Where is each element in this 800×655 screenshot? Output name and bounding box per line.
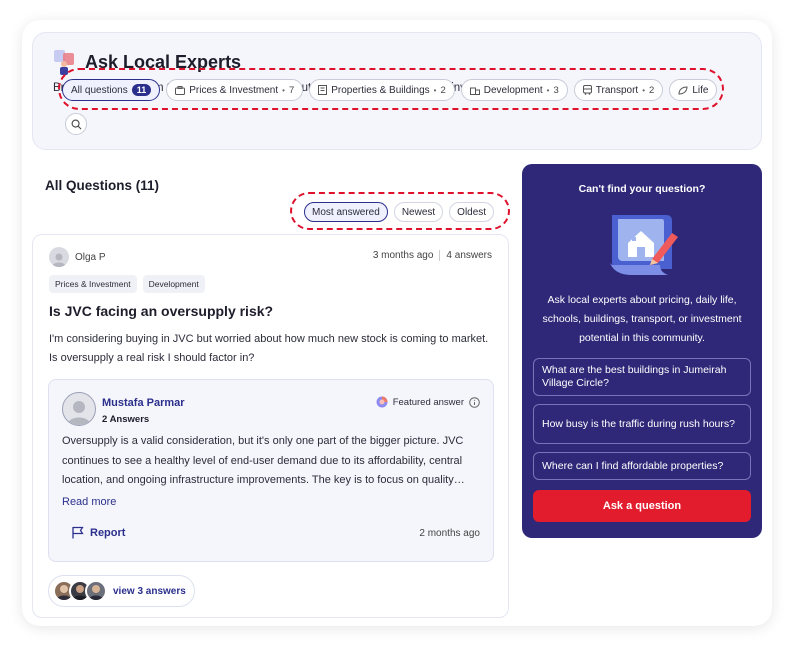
info-icon[interactable]: [469, 396, 480, 408]
view-answers-label: view 3 answers: [113, 585, 186, 597]
featured-badge: Featured answer: [376, 396, 480, 408]
chip-development[interactable]: Development • 3: [460, 79, 568, 101]
cta-description: Ask local experts about pricing, daily l…: [542, 294, 742, 344]
search-icon: [71, 119, 81, 129]
bus-icon: [582, 85, 592, 95]
user-icon: [88, 585, 104, 600]
leaf-icon: [678, 85, 688, 95]
chip-count: 2: [440, 84, 446, 96]
chip-count: 11: [131, 84, 152, 96]
search-button[interactable]: [65, 113, 87, 135]
answer-author-name[interactable]: Mustafa Parmar: [102, 397, 185, 409]
report-button[interactable]: Report: [72, 526, 125, 539]
chip-label: Prices & Investment: [189, 84, 279, 96]
chip-properties-buildings[interactable]: Properties & Buildings • 2: [309, 79, 455, 101]
chip-count: 7: [288, 84, 295, 96]
sort-options: Most answered Newest Oldest: [290, 192, 510, 230]
ask-question-illustration: [610, 215, 678, 275]
featured-answer: Mustafa Parmar 2 Answers Featured answer…: [48, 379, 494, 562]
user-icon: [52, 253, 66, 267]
question-body: I'm considering buying in JVC but worrie…: [49, 333, 489, 364]
answer-body: Oversupply is a valid consideration, but…: [62, 435, 465, 486]
suggested-question[interactable]: How busy is the traffic during rush hour…: [533, 404, 751, 444]
avatar: [62, 392, 96, 426]
question-meta: 3 months ago 4 answers: [373, 250, 492, 261]
chip-separator: •: [642, 85, 646, 95]
chip-life[interactable]: Life: [669, 79, 718, 101]
avatar: [49, 247, 69, 267]
avatar: [85, 580, 107, 602]
chip-transport[interactable]: Transport • 2: [573, 79, 664, 101]
question-time: 3 months ago: [372, 250, 434, 261]
report-label: Report: [90, 526, 126, 539]
suggested-question[interactable]: What are the best buildings in Jumeirah …: [533, 358, 751, 396]
chip-label: Life: [692, 84, 709, 96]
ask-question-panel: Can't find your question? Ask local expe…: [522, 164, 762, 538]
chip-separator: •: [546, 85, 550, 95]
briefcase-icon: [175, 85, 186, 95]
chip-label: Properties & Buildings: [331, 84, 430, 96]
meta-divider: [439, 250, 441, 261]
tag[interactable]: Development: [142, 275, 205, 293]
featured-label: Featured answer: [392, 396, 464, 408]
category-filter-bar: All questions 11 Prices & Investment • 7…: [58, 68, 724, 110]
category-chips: All questions 11 Prices & Investment • 7…: [62, 79, 718, 101]
flag-icon: [72, 526, 84, 539]
chip-separator: •: [282, 85, 285, 95]
question-card[interactable]: Olga P 3 months ago 4 answers Prices & I…: [32, 234, 509, 618]
chip-all-questions[interactable]: All questions 11: [62, 79, 161, 101]
question-author: Olga P: [49, 247, 106, 267]
featured-icon: [376, 396, 388, 408]
chip-label: All questions: [71, 84, 128, 96]
user-icon: [67, 401, 91, 425]
chip-separator: •: [433, 85, 437, 95]
sort-oldest[interactable]: Oldest: [449, 202, 495, 222]
questions-heading: All Questions (11): [45, 178, 160, 193]
view-answers-button[interactable]: view 3 answers: [48, 575, 195, 607]
chip-count: 2: [649, 84, 655, 96]
sort-newest[interactable]: Newest: [393, 202, 444, 222]
tag[interactable]: Prices & Investment: [49, 275, 137, 293]
answer-author-count: 2 Answers: [102, 414, 150, 425]
crane-icon: [469, 87, 480, 95]
building-icon: [318, 85, 328, 95]
author-name: Olga P: [75, 251, 106, 263]
chip-count: 3: [553, 84, 559, 96]
cta-title: Can't find your question?: [578, 183, 706, 195]
chip-label: Transport: [595, 84, 639, 96]
question-tags: Prices & Investment Development: [49, 275, 205, 293]
answer-time: 2 months ago: [419, 528, 480, 539]
chip-prices-investment[interactable]: Prices & Investment • 7: [166, 79, 304, 101]
answerer-avatars: [53, 580, 107, 602]
sort-most-answered[interactable]: Most answered: [304, 202, 388, 222]
read-more-link[interactable]: Read more: [62, 496, 116, 508]
suggested-question[interactable]: Where can I find affordable properties?: [533, 452, 751, 480]
chip-label: Development: [483, 84, 543, 96]
question-answer-count: 4 answers: [446, 250, 492, 261]
ask-question-button[interactable]: Ask a question: [533, 490, 751, 522]
question-title[interactable]: Is JVC facing an oversupply risk?: [49, 303, 273, 319]
